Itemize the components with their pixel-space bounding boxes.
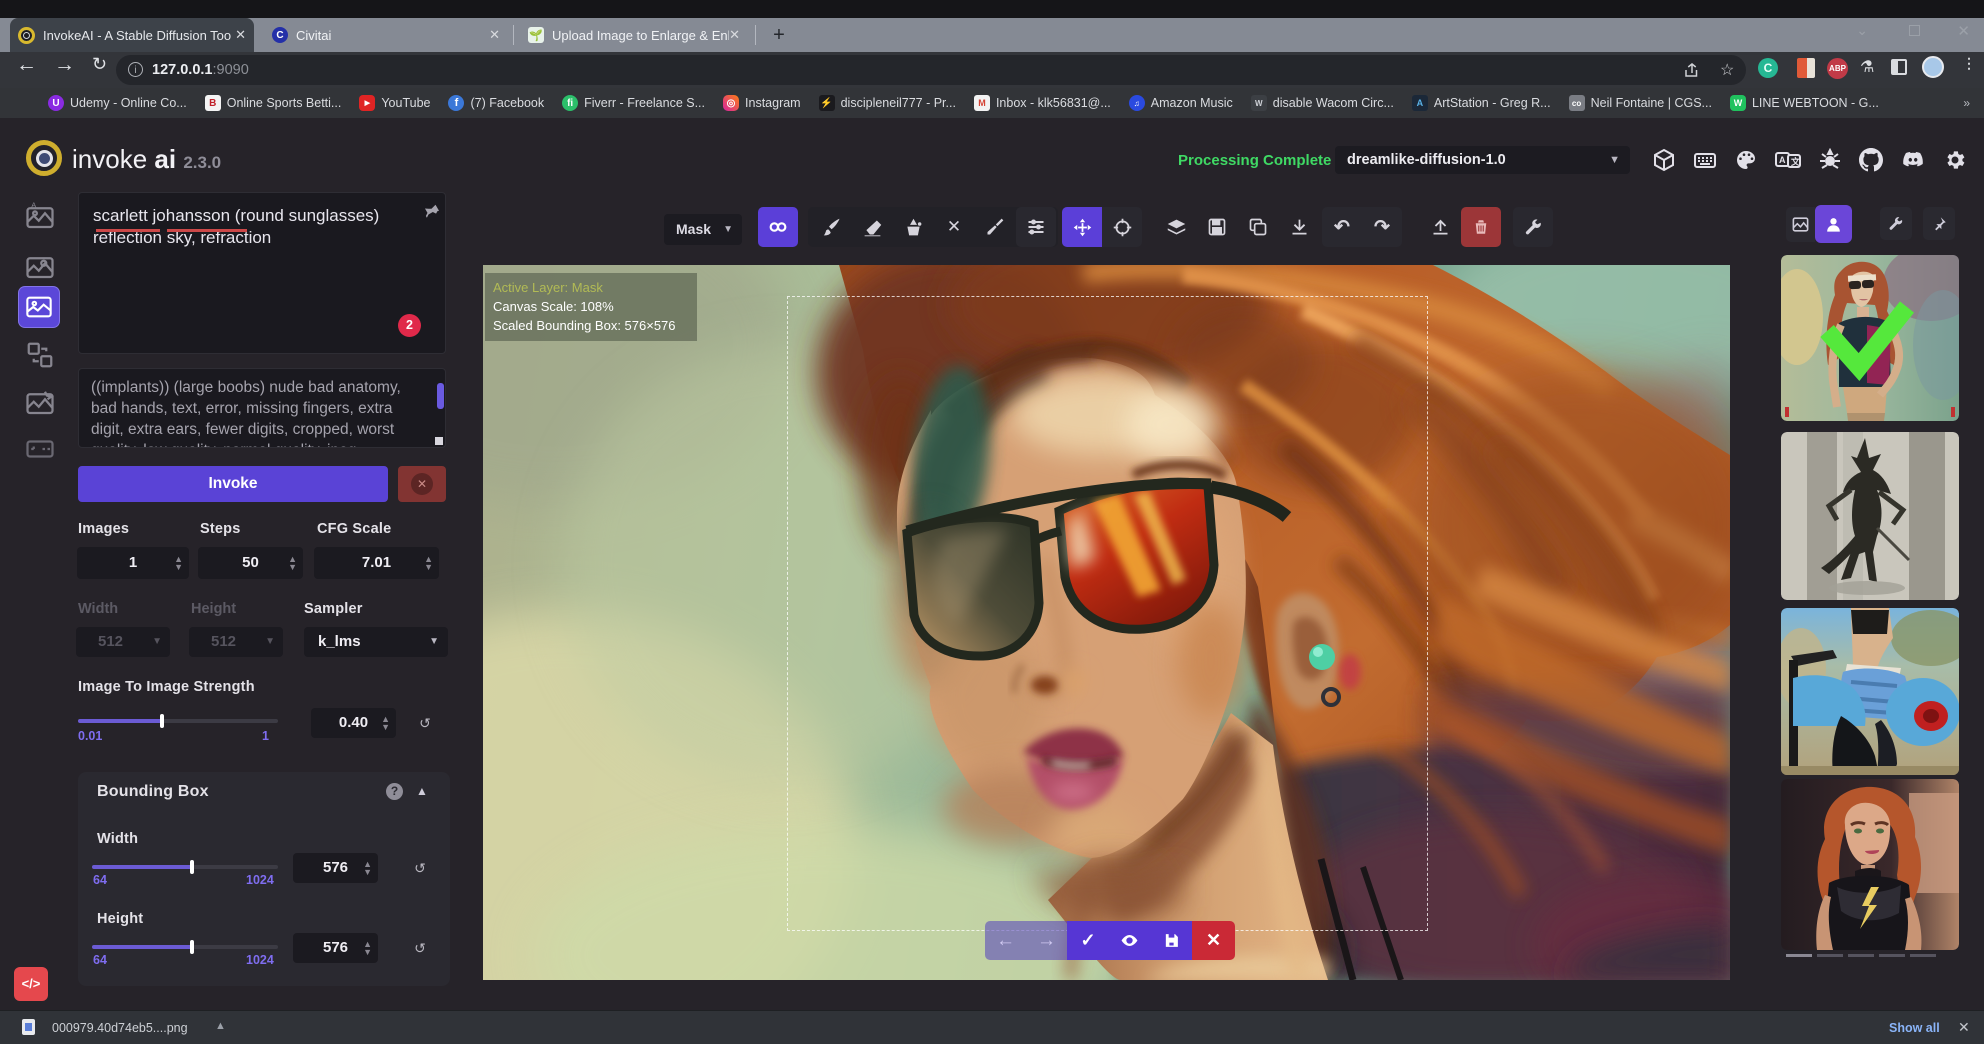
svg-text:A: A xyxy=(31,202,36,210)
svg-text:A: A xyxy=(1779,155,1786,165)
svg-text:文: 文 xyxy=(1790,156,1801,167)
